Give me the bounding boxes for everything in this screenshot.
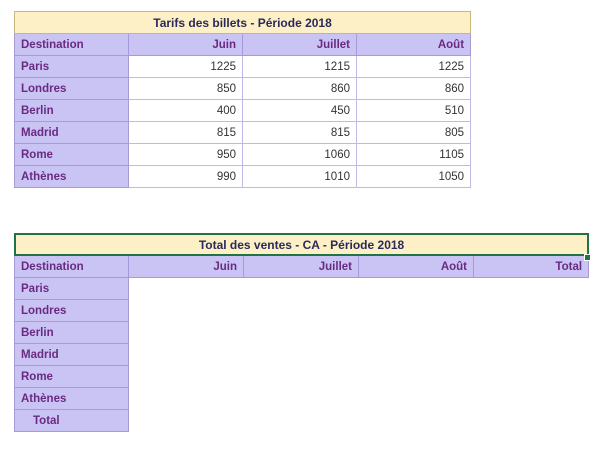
price-cell[interactable]: 805 bbox=[355, 121, 472, 144]
price-cell[interactable]: 950 bbox=[128, 143, 243, 166]
price-cell[interactable]: 1060 bbox=[242, 143, 357, 166]
destination-cell[interactable]: Londres bbox=[14, 77, 129, 100]
destination-cell[interactable]: Paris bbox=[14, 277, 129, 300]
destination-cell[interactable]: Rome bbox=[14, 143, 129, 166]
header-total[interactable]: Total bbox=[472, 255, 590, 278]
table-row: Paris 1225 1215 1225 bbox=[14, 55, 472, 78]
price-cell[interactable]: 1010 bbox=[242, 165, 357, 188]
price-cell[interactable]: 815 bbox=[242, 121, 357, 144]
header-aout[interactable]: Août bbox=[358, 255, 474, 278]
table-row: Londres bbox=[14, 299, 589, 322]
table-row: Madrid 815 815 805 bbox=[14, 121, 472, 144]
sales-total-title[interactable]: Total des ventes - CA - Période 2018 bbox=[13, 233, 590, 256]
header-destination[interactable]: Destination bbox=[14, 33, 129, 56]
price-cell[interactable]: 850 bbox=[128, 77, 243, 100]
table-row: Londres 850 860 860 bbox=[14, 77, 472, 100]
sales-total-table: Total des ventes - CA - Période 2018 Des… bbox=[13, 233, 590, 432]
ticket-prices-table: Tarifs des billets - Période 2018 Destin… bbox=[13, 11, 472, 188]
destination-cell[interactable]: Athènes bbox=[14, 387, 129, 410]
price-cell[interactable]: 510 bbox=[355, 99, 472, 122]
price-cell[interactable]: 860 bbox=[355, 77, 472, 100]
price-cell[interactable]: 990 bbox=[128, 165, 243, 188]
price-cell[interactable]: 1105 bbox=[355, 143, 472, 166]
header-juillet[interactable]: Juillet bbox=[243, 255, 359, 278]
price-cell[interactable]: 860 bbox=[242, 77, 357, 100]
table-row: Athènes bbox=[14, 387, 589, 410]
table-row: Athènes 990 1010 1050 bbox=[14, 165, 472, 188]
header-destination[interactable]: Destination bbox=[14, 255, 129, 278]
table-row: Madrid bbox=[14, 343, 589, 366]
destination-cell[interactable]: Paris bbox=[14, 55, 129, 78]
price-cell[interactable]: 450 bbox=[242, 99, 357, 122]
price-cell[interactable]: 400 bbox=[128, 99, 243, 122]
destination-cell[interactable]: Athènes bbox=[14, 165, 129, 188]
selection-fill-handle[interactable] bbox=[584, 254, 591, 261]
ticket-prices-title[interactable]: Tarifs des billets - Période 2018 bbox=[13, 11, 472, 34]
price-cell[interactable]: 1225 bbox=[355, 55, 472, 78]
table-row: Rome bbox=[14, 365, 589, 388]
price-cell[interactable]: 1215 bbox=[242, 55, 357, 78]
table-row: Paris bbox=[14, 277, 589, 300]
destination-cell[interactable]: Rome bbox=[14, 365, 129, 388]
header-aout[interactable]: Août bbox=[355, 33, 472, 56]
destination-cell[interactable]: Londres bbox=[14, 299, 129, 322]
destination-cell[interactable]: Madrid bbox=[14, 121, 129, 144]
table-row: Total bbox=[14, 409, 589, 432]
destination-cell[interactable]: Berlin bbox=[14, 99, 129, 122]
price-cell[interactable]: 1050 bbox=[355, 165, 472, 188]
header-juin[interactable]: Juin bbox=[128, 255, 244, 278]
price-cell[interactable]: 1225 bbox=[128, 55, 243, 78]
destination-cell[interactable]: Madrid bbox=[14, 343, 129, 366]
header-juin[interactable]: Juin bbox=[128, 33, 243, 56]
destination-cell[interactable]: Berlin bbox=[14, 321, 129, 344]
header-juillet[interactable]: Juillet bbox=[242, 33, 357, 56]
table-row: Berlin 400 450 510 bbox=[14, 99, 472, 122]
table-row: Berlin bbox=[14, 321, 589, 344]
table-row: Rome 950 1060 1105 bbox=[14, 143, 472, 166]
total-row-label[interactable]: Total bbox=[14, 409, 129, 432]
price-cell[interactable]: 815 bbox=[128, 121, 243, 144]
